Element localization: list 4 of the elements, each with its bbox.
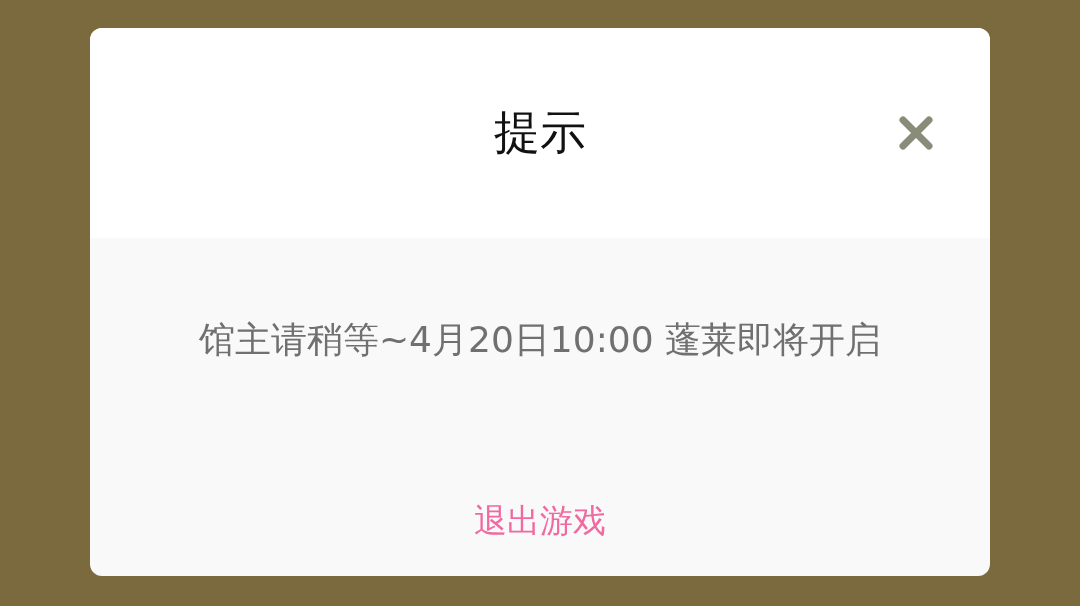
exit-game-button[interactable]: 退出游戏 (466, 495, 614, 548)
dialog-message: 馆主请稍等~4月20日10:00 蓬莱即将开启 (198, 318, 882, 362)
close-icon (898, 115, 934, 151)
dialog-title: 提示 (494, 104, 586, 161)
